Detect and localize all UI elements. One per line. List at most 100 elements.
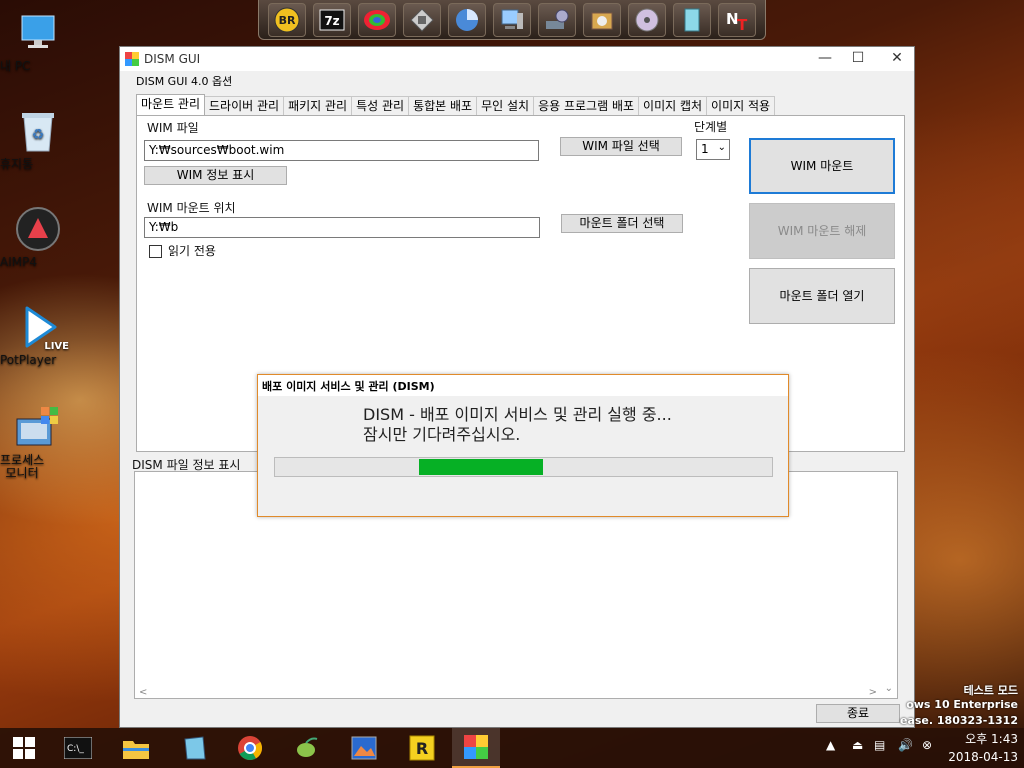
wim-info-button[interactable]: WIM 정보 표시: [144, 166, 287, 185]
stage-label: 단계별: [694, 120, 728, 134]
image-viewer-icon: [351, 736, 377, 760]
launcher-partition-button[interactable]: [358, 2, 397, 37]
br-icon-text: BR: [279, 14, 296, 27]
wim-unmount-button[interactable]: WIM 마운트 해제: [749, 203, 895, 259]
taskbar-chrome[interactable]: [226, 728, 274, 768]
7zip-icon: 7z: [319, 9, 345, 30]
notepad-icon: [184, 736, 206, 760]
desktop-icon-process-monitor[interactable]: 프로세스 모니터: [0, 404, 76, 480]
launcher-br-button[interactable]: BR: [268, 2, 307, 37]
disk-usage-icon: [456, 8, 479, 31]
potplayer-badge: LIVE: [44, 341, 69, 352]
dialog-message-line2: 잠시만 기다려주십시오.: [363, 425, 521, 444]
tab-feature-management[interactable]: 특성 관리: [351, 96, 410, 115]
package-icon: [591, 12, 613, 29]
edition-watermark: ows 10 Enterprise: [906, 698, 1018, 711]
network-settings-icon: [545, 9, 569, 29]
book-icon: [684, 8, 700, 31]
stage-select-value: 1: [701, 142, 709, 156]
launcher-nt-button[interactable]: NT: [717, 2, 756, 37]
clock[interactable]: 오후 1:43 2018-04-13: [948, 730, 1018, 766]
desktop-icon-recycle-bin[interactable]: ♻ 휴지통: [0, 108, 76, 171]
tray-app-icon[interactable]: ▲: [826, 738, 835, 752]
select-wim-file-button[interactable]: WIM 파일 선택: [560, 137, 682, 156]
taskbar-dism-gui[interactable]: [452, 728, 500, 768]
launcher-disk-button[interactable]: [403, 2, 442, 37]
nt-tool-icon: NT: [726, 10, 748, 34]
svg-text:♻: ♻: [32, 127, 45, 143]
mount-location-label: WIM 마운트 위치: [147, 201, 236, 215]
taskbar-cmd[interactable]: C:\_: [54, 728, 102, 768]
menu-options[interactable]: DISM GUI 4.0 옵션: [136, 75, 232, 88]
leaf-icon: [297, 737, 318, 757]
usb-icon[interactable]: ⏏: [852, 738, 863, 752]
stage-select[interactable]: 1 ⌄: [696, 139, 730, 160]
network-icon[interactable]: ▤: [874, 738, 885, 752]
volume-icon[interactable]: 🔊: [898, 738, 913, 752]
partition-icon: [364, 9, 391, 30]
desktop-icon-this-pc[interactable]: 내 PC: [0, 10, 76, 73]
computer-icon: [501, 9, 523, 29]
start-button[interactable]: [0, 728, 48, 768]
tab-image-capture[interactable]: 이미지 캡처: [638, 96, 708, 115]
chrome-icon: [238, 736, 263, 761]
scroll-right-arrow-icon[interactable]: >: [869, 687, 877, 698]
launcher-package-button[interactable]: [582, 2, 621, 37]
desktop-icon-label: PotPlayer: [0, 353, 57, 367]
recycle-bin-icon: ♻: [15, 108, 61, 154]
launcher-7zip-button[interactable]: 7z: [313, 2, 352, 37]
quick-launch-bar: BR 7z NT: [258, 0, 766, 40]
launcher-pie-button[interactable]: [448, 2, 487, 37]
open-mount-folder-button[interactable]: 마운트 폴더 열기: [749, 268, 895, 324]
tab-strip: 마운트 관리 드라이버 관리 패키지 관리 특성 관리 통합본 배포 무인 설치…: [136, 94, 776, 115]
select-mount-folder-button[interactable]: 마운트 폴더 선택: [561, 214, 683, 233]
launcher-cd-button[interactable]: [627, 2, 666, 37]
tab-image-apply[interactable]: 이미지 적용: [706, 96, 776, 115]
monitor-icon: [15, 10, 61, 56]
notification-icon[interactable]: ⊗: [922, 738, 932, 752]
taskbar: C:\_ R ▲ ⏏ ▤ 🔊 ⊗ 오후 1:43 2018-04-13: [0, 728, 1024, 768]
taskbar-explorer[interactable]: [112, 728, 160, 768]
taskbar-notepad[interactable]: [170, 728, 218, 768]
title-bar[interactable]: DISM GUI — ☐ ✕: [120, 47, 914, 71]
launcher-network-button[interactable]: [537, 2, 576, 37]
clock-date: 2018-04-13: [948, 750, 1018, 764]
launcher-computer-button[interactable]: [492, 2, 531, 37]
tab-mount-management[interactable]: 마운트 관리: [136, 94, 206, 115]
tab-unattended-install[interactable]: 무인 설치: [476, 96, 535, 115]
tab-integrated-deploy[interactable]: 통합본 배포: [408, 96, 478, 115]
br-icon: BR: [274, 7, 300, 32]
dialog-title: 배포 이미지 서비스 및 관리 (DISM): [258, 375, 788, 396]
svg-text:R: R: [416, 739, 428, 758]
progress-bar: [274, 457, 773, 477]
taskbar-resource-hacker[interactable]: R: [398, 728, 446, 768]
wim-mount-button[interactable]: WIM 마운트: [749, 138, 895, 194]
wim-file-input[interactable]: Y:₩sources₩boot.wim: [144, 140, 539, 161]
dism-progress-dialog: 배포 이미지 서비스 및 관리 (DISM) DISM - 배포 이미지 서비스…: [257, 374, 789, 517]
chevron-down-icon: ⌄: [717, 142, 726, 153]
aimp-icon: [15, 206, 61, 252]
readonly-label: 읽기 전용: [168, 244, 216, 258]
clock-time: 오후 1:43: [965, 732, 1018, 746]
readonly-checkbox[interactable]: [149, 245, 162, 258]
scroll-down-arrow-icon[interactable]: ⌄: [885, 683, 893, 694]
taskbar-image-viewer[interactable]: [340, 728, 388, 768]
desktop-icon-aimp4[interactable]: AIMP4: [0, 206, 76, 269]
desktop-icon-label: 휴지통: [0, 157, 34, 171]
taskbar-olive[interactable]: [282, 728, 330, 768]
tab-app-deploy[interactable]: 응용 프로그램 배포: [533, 96, 640, 115]
close-window-button[interactable]: ✕: [882, 47, 912, 71]
progress-bar-fill: [419, 459, 543, 475]
tab-package-management[interactable]: 패키지 관리: [283, 96, 353, 115]
desktop-icon-label: AIMP4: [0, 255, 37, 269]
process-monitor-icon: [15, 404, 61, 450]
minimize-button[interactable]: —: [810, 47, 840, 71]
tab-driver-management[interactable]: 드라이버 관리: [204, 96, 285, 115]
desktop-icon-potplayer[interactable]: LIVE PotPlayer: [0, 304, 76, 367]
maximize-button[interactable]: ☐: [843, 47, 873, 71]
scroll-left-arrow-icon[interactable]: <: [139, 687, 147, 698]
exit-button[interactable]: 종료: [816, 704, 900, 723]
launcher-book-button[interactable]: [672, 2, 711, 37]
mount-location-input[interactable]: Y:₩b: [144, 217, 540, 238]
desktop-icon-label: 내 PC: [0, 59, 31, 73]
